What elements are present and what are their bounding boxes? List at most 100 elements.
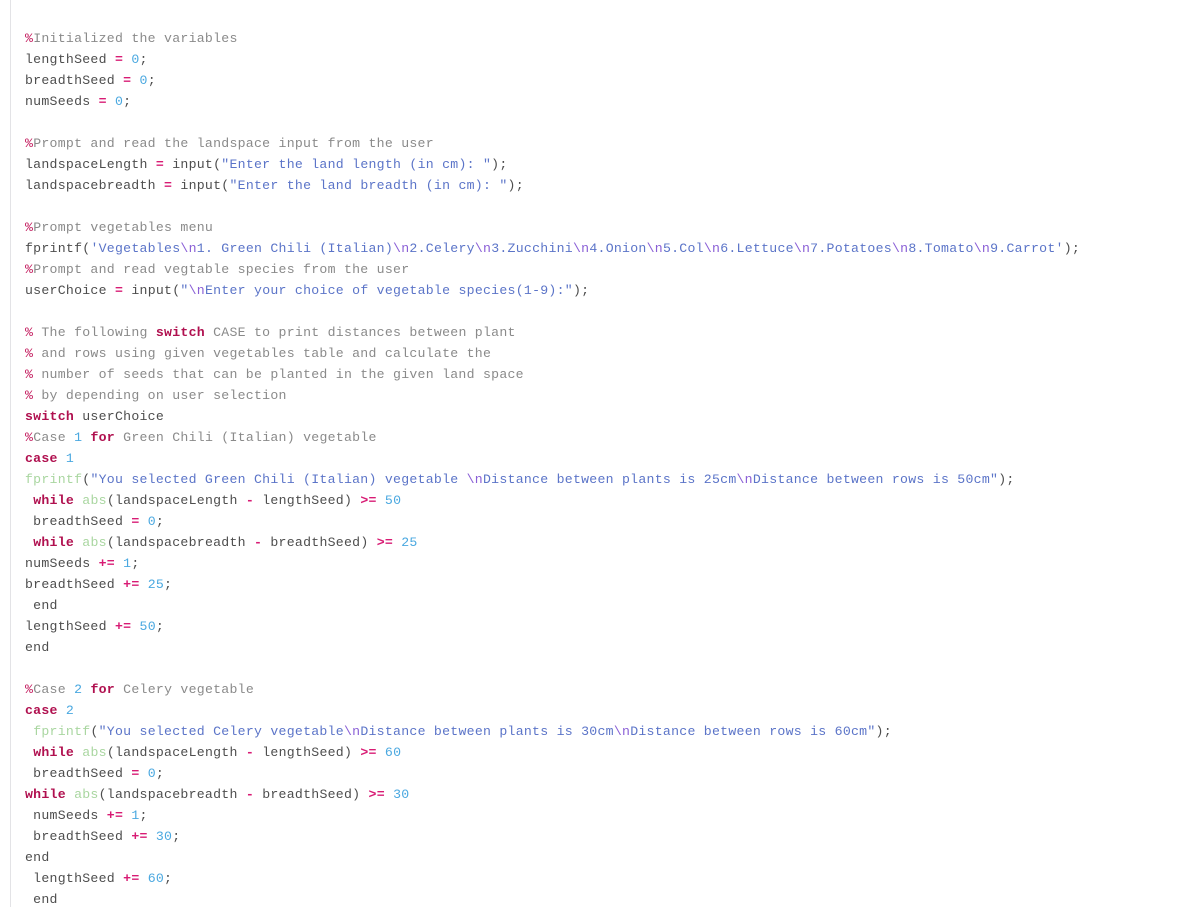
code-token-operator: += (123, 577, 140, 592)
code-line: fprintf("You selected Celery vegetable\n… (25, 721, 1197, 742)
code-token-plain: ); (572, 283, 590, 298)
code-line: numSeeds = 0; (25, 91, 1197, 112)
code-token-string: 5.Col (662, 241, 704, 256)
code-token-operator: = (164, 178, 173, 193)
code-line: %Case 1 for Green Chili (Italian) vegeta… (25, 427, 1197, 448)
code-line: landspacebreadth = input("Enter the land… (25, 175, 1197, 196)
code-token-plain: ); (507, 178, 524, 193)
code-token-plain: input( (123, 283, 181, 298)
code-token-plain: ; (155, 766, 165, 781)
code-token-string: 4.Onion (589, 241, 647, 256)
code-token-keyword: switch (25, 409, 75, 424)
code-token-string: "You selected Celery vegetable (98, 724, 344, 739)
code-token-string: 7.Potatoes (810, 241, 892, 256)
code-line: while abs(landspaceLength - lengthSeed) … (25, 490, 1197, 511)
code-token-number: 50 (139, 619, 156, 634)
code-line: % by depending on user selection (25, 385, 1197, 406)
code-token-func: fprintf (25, 472, 83, 487)
code-token-plain: ; (123, 94, 132, 109)
code-token-pct: % (25, 367, 34, 382)
code-token-escape: \n (891, 241, 909, 256)
code-token-operator: = (155, 157, 165, 172)
code-token-plain: (landspacebreadth (106, 535, 255, 550)
code-token-operator: += (131, 829, 148, 844)
code-line: lengthSeed = 0; (25, 49, 1197, 70)
code-token-string: " (180, 283, 189, 298)
code-token-number: 0 (131, 52, 140, 67)
code-token-escape: \n (793, 241, 811, 256)
code-line: case 1 (25, 448, 1197, 469)
code-token-pct: % (25, 262, 34, 277)
code-token-number: 0 (139, 73, 148, 88)
code-token-plain: end (25, 850, 50, 865)
code-token-plain: ; (164, 871, 173, 886)
code-token-pct: % (25, 136, 34, 151)
code-token-escape: \n (180, 241, 197, 256)
code-token-plain: end (25, 640, 50, 655)
code-token-keyword: while (33, 535, 75, 550)
code-token-comment: and rows using given vegetables table an… (33, 346, 492, 361)
code-token-escape: \n (703, 241, 721, 256)
code-token-plain: input( (172, 178, 230, 193)
code-token-plain: userChoice (25, 283, 115, 298)
code-token-plain: numSeeds (25, 808, 107, 823)
code-token-plain: breadthSeed (25, 514, 132, 529)
code-line: %Initialized the variables (25, 28, 1197, 49)
code-token-string: Distance between rows is 50cm" (752, 472, 999, 487)
code-body[interactable]: %Initialized the variables lengthSeed = 0… (0, 28, 1197, 910)
code-token-plain: lengthSeed (25, 52, 115, 67)
code-line: case 2 (25, 700, 1197, 721)
code-token-plain: ; (139, 808, 148, 823)
code-token-operator: - (245, 493, 255, 508)
code-token-operator: = (98, 94, 107, 109)
code-token-plain: ; (164, 577, 173, 592)
code-token-comment: Case (33, 430, 75, 445)
code-token-keyword: while (33, 745, 75, 760)
code-token-plain: (landspaceLength (106, 493, 246, 508)
code-token-number: 0 (147, 514, 156, 529)
code-token-operator: >= (376, 535, 394, 550)
code-line: breadthSeed = 0; (25, 70, 1197, 91)
code-token-plain: fprintf( (25, 241, 91, 256)
code-line: %Case 2 for Celery vegetable (25, 679, 1197, 700)
code-line: % and rows using given vegetables table … (25, 343, 1197, 364)
code-token-plain: ); (998, 472, 1015, 487)
code-token-string: 2.Celery (409, 241, 475, 256)
code-token-string: Distance between plants is 30cm (360, 724, 614, 739)
code-line: %Prompt vegetables menu (25, 217, 1197, 238)
code-token-pct: % (25, 220, 34, 235)
code-token-plain: userChoice (74, 409, 165, 424)
code-line: numSeeds += 1; (25, 553, 1197, 574)
code-token-comment: Case (33, 682, 75, 697)
code-token-string: 9.Carrot' (990, 241, 1064, 256)
code-line: fprintf("You selected Green Chili (Itali… (25, 469, 1197, 490)
code-line: numSeeds += 1; (25, 805, 1197, 826)
code-line: landspaceLength = input("Enter the land … (25, 154, 1197, 175)
code-token-plain: ; (139, 52, 148, 67)
code-token-plain: breadthSeed (25, 829, 132, 844)
code-token-number: 0 (147, 766, 156, 781)
code-token-pct: % (25, 682, 34, 697)
code-token-operator: += (123, 871, 140, 886)
code-token-plain: breadthSeed (25, 73, 124, 88)
code-token-keyword: case (25, 451, 58, 466)
code-token-pct: % (25, 325, 34, 340)
code-token-number: 1 (65, 451, 75, 466)
code-token-number: 2 (65, 703, 75, 718)
code-token-comment: Green Chili (Italian) vegetable (115, 430, 377, 445)
code-token-plain: (landspaceLength (106, 745, 246, 760)
code-token-keyword: for (90, 430, 115, 445)
code-line: fprintf('Vegetables\n1. Green Chili (Ita… (25, 238, 1197, 259)
code-token-plain: lengthSeed) (254, 493, 361, 508)
code-token-number: 30 (393, 787, 410, 802)
code-line: breadthSeed = 0; (25, 763, 1197, 784)
code-token-operator: >= (360, 745, 377, 760)
